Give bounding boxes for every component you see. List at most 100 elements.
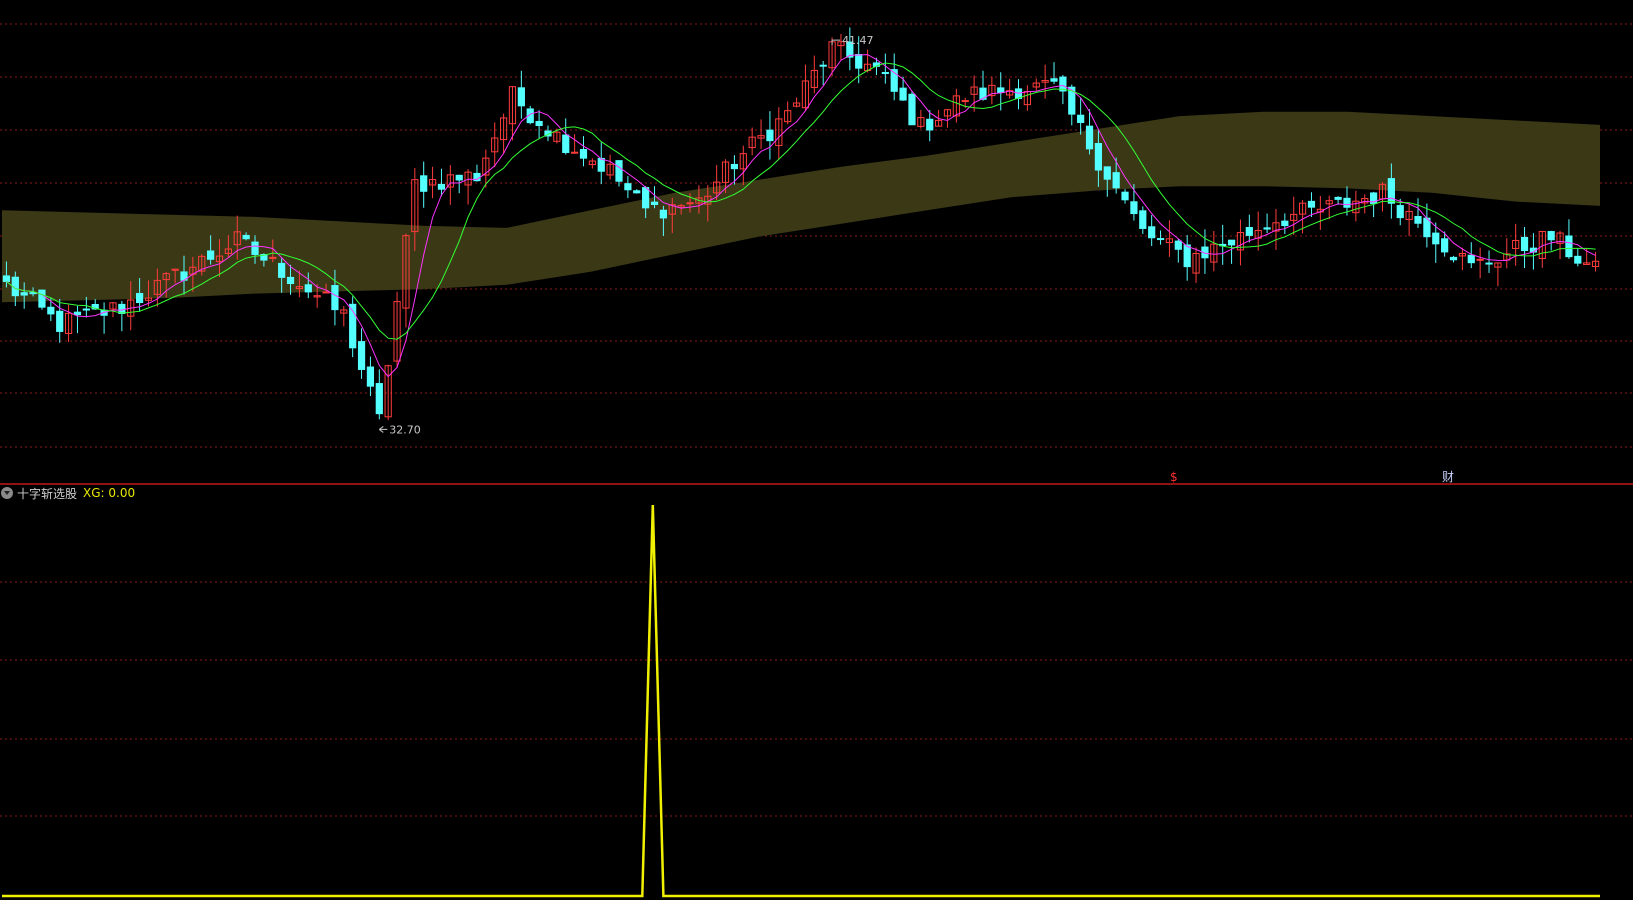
candle [420, 161, 428, 208]
candle-body [375, 383, 383, 415]
candle [633, 189, 641, 194]
candle-body [615, 160, 623, 182]
candle-body [633, 190, 641, 194]
candle [1476, 247, 1484, 279]
candle [393, 291, 401, 368]
candle-body [766, 129, 774, 142]
candle [1361, 194, 1369, 214]
high-price-label: 41.47 [842, 34, 874, 47]
candle [739, 145, 747, 186]
candle-body [1174, 240, 1182, 250]
low-price-label: 32.70 [389, 423, 421, 436]
candle [579, 136, 588, 167]
candle [428, 166, 437, 199]
candle-body [38, 289, 46, 308]
high-marker-arrow [831, 39, 841, 46]
candle [1565, 219, 1573, 259]
candle [1494, 262, 1502, 287]
candle-body [1263, 227, 1271, 230]
candle [73, 305, 82, 334]
candle [757, 119, 765, 150]
candle [766, 111, 774, 160]
candle [100, 302, 108, 334]
candle [1023, 85, 1031, 111]
candle-body [1387, 178, 1395, 204]
candle-body [357, 341, 366, 370]
candle [1520, 227, 1529, 269]
candle [1281, 213, 1289, 235]
candle [1263, 213, 1271, 234]
candle-body [562, 134, 570, 154]
candle-body [730, 163, 739, 170]
candle [384, 364, 392, 420]
candle-body [420, 175, 428, 192]
candle [1236, 219, 1245, 266]
candle [1201, 229, 1209, 274]
candle [952, 88, 960, 123]
candle [588, 158, 596, 169]
candle [1458, 247, 1467, 271]
candle-body [1414, 216, 1422, 224]
candle-body [242, 234, 250, 240]
candle-body [997, 87, 1005, 94]
indicator-xg-value: XG: 0.00 [83, 486, 136, 500]
candle [1192, 247, 1200, 283]
candle-body [1245, 227, 1253, 236]
candle-body [1139, 210, 1147, 229]
candle-body [251, 241, 259, 255]
candle-body [1485, 262, 1493, 265]
candle [1574, 248, 1582, 267]
candle-body [926, 118, 934, 131]
candle-body [304, 284, 312, 293]
candle [446, 165, 454, 205]
candle-body [535, 120, 543, 126]
candle [1165, 220, 1174, 257]
candle-body [1130, 201, 1138, 215]
candle [970, 75, 978, 112]
candle-body [1281, 220, 1289, 227]
candle [792, 97, 801, 108]
candle [340, 306, 348, 327]
candle-body [47, 306, 55, 315]
stock-chart: 41.47 32.70 [0, 23, 1633, 898]
candle [1139, 206, 1147, 234]
candle [881, 53, 889, 84]
event-marker-dollar[interactable]: $ [1170, 470, 1178, 484]
candle-body [1547, 231, 1555, 241]
candle [908, 91, 916, 126]
candle [784, 101, 792, 125]
candle-body [135, 293, 144, 304]
candle [118, 301, 126, 332]
candle [988, 76, 996, 105]
candle [349, 296, 357, 358]
candle-body [29, 292, 37, 295]
candle-body [1432, 232, 1440, 245]
candle [810, 55, 818, 94]
candle-body [366, 366, 375, 387]
candle-body [881, 71, 889, 75]
candle [526, 105, 534, 125]
candle [1547, 230, 1555, 251]
candle [1183, 235, 1191, 281]
candle-body [1441, 238, 1449, 253]
candle-body [1050, 78, 1058, 82]
xg-signal-line [2, 504, 1600, 898]
collapse-icon[interactable] [1, 487, 13, 499]
candle-body [1112, 172, 1120, 189]
event-marker-finance[interactable]: 财 [1442, 468, 1454, 485]
candle [375, 369, 383, 420]
candle [517, 70, 525, 119]
candle [491, 122, 499, 168]
candle-body [1334, 196, 1342, 200]
candle-body [1476, 258, 1484, 261]
candle-body [322, 291, 330, 294]
candle-body [286, 276, 295, 285]
candle [1449, 255, 1458, 263]
candle [890, 53, 898, 101]
candle [1307, 192, 1316, 217]
candle [1050, 62, 1058, 85]
candle [775, 107, 783, 160]
candle-body [659, 209, 668, 219]
candle [1121, 189, 1129, 204]
candle [801, 64, 810, 112]
